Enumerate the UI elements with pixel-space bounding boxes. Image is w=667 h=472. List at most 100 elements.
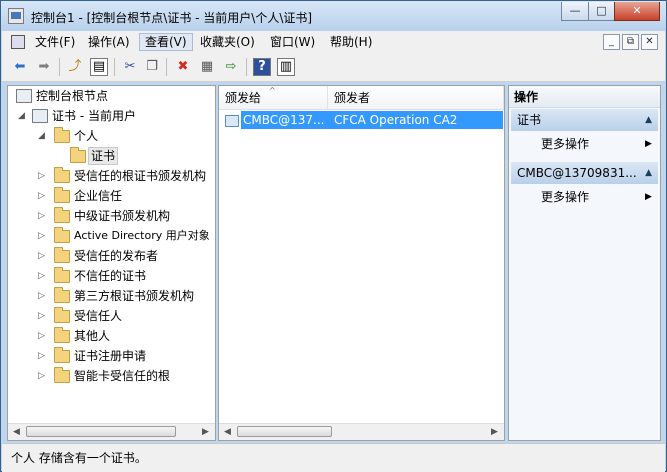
menu-help[interactable]: 帮助(H) <box>325 33 377 51</box>
show-hide-action-icon[interactable]: ▥ <box>277 58 295 76</box>
collapsed-arrow-icon[interactable]: ▷ <box>38 267 45 285</box>
window-title: 控制台1 - [控制台根节点\证书 - 当前用户\个人\证书] <box>31 11 313 25</box>
mmc-window: 控制台1 - [控制台根节点\证书 - 当前用户\个人\证书] — □ ✕ 文件… <box>0 0 667 472</box>
action-more-actions[interactable]: 更多操作 <box>541 134 589 154</box>
tree-item-label: 受信任的发布者 <box>74 249 159 263</box>
folder-icon <box>54 287 70 303</box>
scroll-left-arrow-icon[interactable]: ◀ <box>8 424 25 440</box>
forward-arrow-icon[interactable]: ➡ <box>35 58 53 76</box>
cell-issued-by[interactable]: CFCA Operation CA2 <box>330 111 503 129</box>
actions-pane-title: 操作 <box>509 86 660 108</box>
certificates-snapin-icon <box>32 109 48 123</box>
tree-item-label: 其他人 <box>74 329 111 343</box>
menu-view[interactable]: 查看(V) <box>139 33 193 51</box>
scroll-thumb[interactable] <box>26 426 176 437</box>
toolbar: ⬅ ➡ ⤴ ▤ ✂ ❐ ✖ ▦ ⇨ ? ▥ <box>2 53 665 82</box>
list-pane[interactable]: 颁发给 ^ 颁发者 CMBC@137... CFCA Operation CA2… <box>218 85 505 441</box>
close-button[interactable]: ✕ <box>614 2 660 21</box>
tree-item-label: 智能卡受信任的根 <box>74 369 171 383</box>
column-header-issued-by[interactable]: 颁发者 <box>328 86 504 110</box>
mdi-restore-button[interactable]: ⧉ <box>622 34 639 50</box>
collapsed-arrow-icon[interactable]: ▷ <box>38 307 45 325</box>
scroll-left-arrow-icon[interactable]: ◀ <box>219 424 236 440</box>
expanded-arrow-icon[interactable]: ◢ <box>18 107 25 125</box>
maximize-button[interactable]: □ <box>588 2 615 21</box>
collapsed-arrow-icon[interactable]: ▷ <box>38 247 45 265</box>
action-more-actions[interactable]: 更多操作 <box>541 187 589 207</box>
tree-item-label: 第三方根证书颁发机构 <box>74 289 195 303</box>
folder-icon <box>54 327 70 343</box>
folder-icon <box>54 307 70 323</box>
export-icon[interactable]: ⇨ <box>222 58 240 76</box>
mdi-close-button[interactable]: ✕ <box>641 34 658 50</box>
expanded-arrow-icon[interactable]: ◢ <box>38 127 45 145</box>
folder-icon <box>54 167 70 183</box>
folder-icon <box>54 127 70 143</box>
show-hide-tree-icon[interactable]: ▤ <box>90 58 108 76</box>
toolbar-separator <box>246 58 247 76</box>
tree-item-label: 证书 - 当前用户 <box>52 109 136 123</box>
menu-file[interactable]: 文件(F) <box>30 33 80 51</box>
back-arrow-icon[interactable]: ⬅ <box>11 58 29 76</box>
menu-action[interactable]: 操作(A) <box>83 33 135 51</box>
console-app-icon[interactable] <box>8 8 24 24</box>
tree-item-label: 不信任的证书 <box>74 269 147 283</box>
actions-section-label: 证书 <box>517 113 542 127</box>
actions-pane: 操作 证书 ▲ 更多操作 ▶ CMBC@13709831... ▲ 更多操作 ▶ <box>508 85 661 441</box>
column-header-label: 颁发给 <box>225 91 262 105</box>
tree-item-label: 证书注册申请 <box>74 349 147 363</box>
collapsed-arrow-icon[interactable]: ▷ <box>38 327 45 345</box>
copy-icon[interactable]: ❐ <box>143 58 161 76</box>
collapsed-arrow-icon[interactable]: ▷ <box>38 227 45 245</box>
column-header-label: 颁发者 <box>334 91 371 105</box>
collapsed-arrow-icon[interactable]: ▷ <box>38 287 45 305</box>
tree-item-label: 受信任的根证书颁发机构 <box>74 169 207 183</box>
toolbar-separator <box>114 58 115 76</box>
tree-item-label: 中级证书颁发机构 <box>74 209 171 223</box>
action-label: 更多操作 <box>541 137 590 151</box>
folder-icon <box>54 347 70 363</box>
list-horizontal-scrollbar[interactable]: ◀ ▶ <box>219 423 504 440</box>
actions-section-certificates[interactable]: 证书 ▲ <box>511 109 658 131</box>
tree-item-label: Active Directory 用户对象 <box>74 229 210 242</box>
folder-icon <box>54 267 70 283</box>
folder-icon <box>54 247 70 263</box>
folder-icon <box>54 227 70 243</box>
actions-section-label: CMBC@13709831... <box>517 166 637 180</box>
tree-horizontal-scrollbar[interactable]: ◀ ▶ <box>8 423 215 440</box>
folder-icon <box>54 207 70 223</box>
sort-ascending-icon: ^ <box>269 86 276 95</box>
column-header-issued-to[interactable]: 颁发给 ^ <box>219 86 328 110</box>
tree-pane[interactable]: 控制台根节点 ◢ 证书 - 当前用户 ◢ 个人 证书 ▷ 受信任的根证书颁发机构… <box>7 85 216 441</box>
collapse-arrow-icon[interactable]: ▲ <box>645 109 652 131</box>
scroll-thumb[interactable] <box>237 426 332 437</box>
delete-icon[interactable]: ✖ <box>174 58 192 76</box>
console-system-menu-icon[interactable] <box>11 35 25 49</box>
properties-icon[interactable]: ▦ <box>198 58 216 76</box>
tree-item-label: 受信任人 <box>74 309 123 323</box>
title-bar[interactable]: 控制台1 - [控制台根节点\证书 - 当前用户\个人\证书] — □ ✕ <box>1 1 666 31</box>
tree-item-label: 个人 <box>74 129 99 143</box>
scroll-right-arrow-icon[interactable]: ▶ <box>197 424 214 440</box>
collapsed-arrow-icon[interactable]: ▷ <box>38 187 45 205</box>
menu-favorites[interactable]: 收藏夹(O) <box>195 33 260 51</box>
actions-section-selected-cert[interactable]: CMBC@13709831... ▲ <box>511 162 658 184</box>
collapse-arrow-icon[interactable]: ▲ <box>645 162 652 184</box>
submenu-arrow-icon: ▶ <box>645 192 652 202</box>
menu-window[interactable]: 窗口(W) <box>265 33 320 51</box>
cut-icon[interactable]: ✂ <box>121 58 139 76</box>
submenu-arrow-icon: ▶ <box>645 139 652 149</box>
folder-icon <box>54 187 70 203</box>
minimize-button[interactable]: — <box>561 2 589 21</box>
collapsed-arrow-icon[interactable]: ▷ <box>38 207 45 225</box>
toolbar-separator <box>59 58 60 76</box>
cell-issued-to[interactable]: CMBC@137... <box>241 111 330 129</box>
scroll-right-arrow-icon[interactable]: ▶ <box>486 424 503 440</box>
certificate-icon <box>225 115 239 127</box>
up-folder-icon[interactable]: ⤴ <box>66 58 84 76</box>
collapsed-arrow-icon[interactable]: ▷ <box>38 347 45 365</box>
help-icon[interactable]: ? <box>253 58 271 76</box>
collapsed-arrow-icon[interactable]: ▷ <box>38 367 45 385</box>
mdi-minimize-button[interactable]: _ <box>603 34 620 50</box>
collapsed-arrow-icon[interactable]: ▷ <box>38 167 45 185</box>
